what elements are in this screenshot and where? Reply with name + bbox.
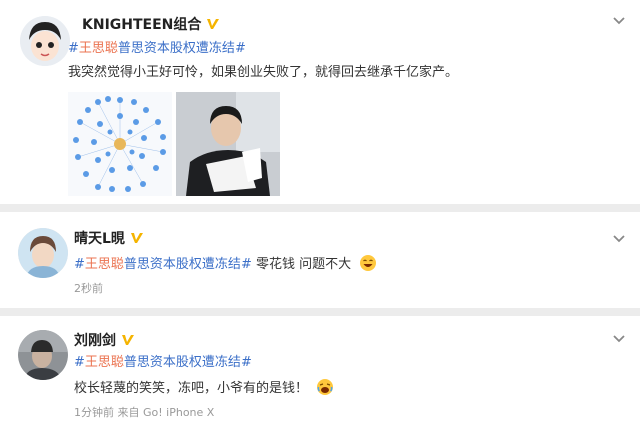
post-body: 校长轻蔑的笑笑，冻吧，小爷有的是钱！ (74, 378, 334, 398)
chevron-down-icon[interactable] (612, 234, 626, 244)
chevron-down-icon[interactable] (612, 16, 626, 26)
author-row: 刘刚剑 (74, 330, 136, 350)
topic-link[interactable]: #王思聪普思资本股权遭冻结# (74, 257, 252, 272)
network-graph-image[interactable] (68, 92, 172, 196)
post-text: 校长轻蔑的笑笑，冻吧，小爷有的是钱！ (74, 381, 309, 396)
post-text: 我突然觉得小王好可怜，如果创业失败了，就得回去继承千亿家产。 (68, 65, 459, 80)
author-name[interactable]: KNIGHTEEN组合 (82, 14, 201, 34)
author-row: 晴天L晛 (74, 228, 145, 248)
chevron-down-icon[interactable] (612, 334, 626, 344)
post-card-2: 晴天L晛 #王思聪普思资本股权遭冻结# 零花钱 问题不大 2秒前 (0, 212, 640, 308)
author-name[interactable]: 晴天L晛 (74, 228, 125, 248)
post-card-3: 刘刚剑 #王思聪普思资本股权遭冻结# 校长轻蔑的笑笑，冻吧，小爷有的是钱！ 1分… (0, 316, 640, 438)
post-text: 零花钱 问题不大 (255, 257, 352, 272)
topic-link[interactable]: #王思聪普思资本股权遭冻结# (74, 354, 252, 372)
topic-highlight: 王思聪 (84, 257, 124, 272)
laugh-cry-emoji-icon (317, 379, 334, 395)
post-body: #王思聪普思资本股权遭冻结# 零花钱 问题不大 (74, 254, 377, 274)
post-meta: 1分钟前 来自 Go! iPhone X (74, 406, 215, 419)
topic-highlight: 王思聪 (78, 41, 118, 56)
man-reading-document-photo[interactable] (176, 92, 280, 196)
laughing-emoji-icon (360, 255, 377, 271)
author-name[interactable]: 刘刚剑 (74, 330, 116, 350)
verified-v-icon (122, 335, 134, 345)
topic-link[interactable]: #王思聪普思资本股权遭冻结# (68, 40, 246, 58)
post-timestamp: 2秒前 (74, 282, 103, 295)
post-card-1: KNIGHTEEN组合 #王思聪普思资本股权遭冻结# 我突然觉得小王好可怜，如果… (0, 0, 640, 204)
author-row: KNIGHTEEN组合 (82, 14, 221, 34)
avatar[interactable] (18, 330, 68, 380)
avatar[interactable] (18, 228, 68, 278)
verified-v-icon (207, 19, 220, 29)
topic-highlight: 王思聪 (84, 355, 124, 370)
verified-v-icon (130, 233, 143, 243)
avatar[interactable] (20, 16, 70, 66)
